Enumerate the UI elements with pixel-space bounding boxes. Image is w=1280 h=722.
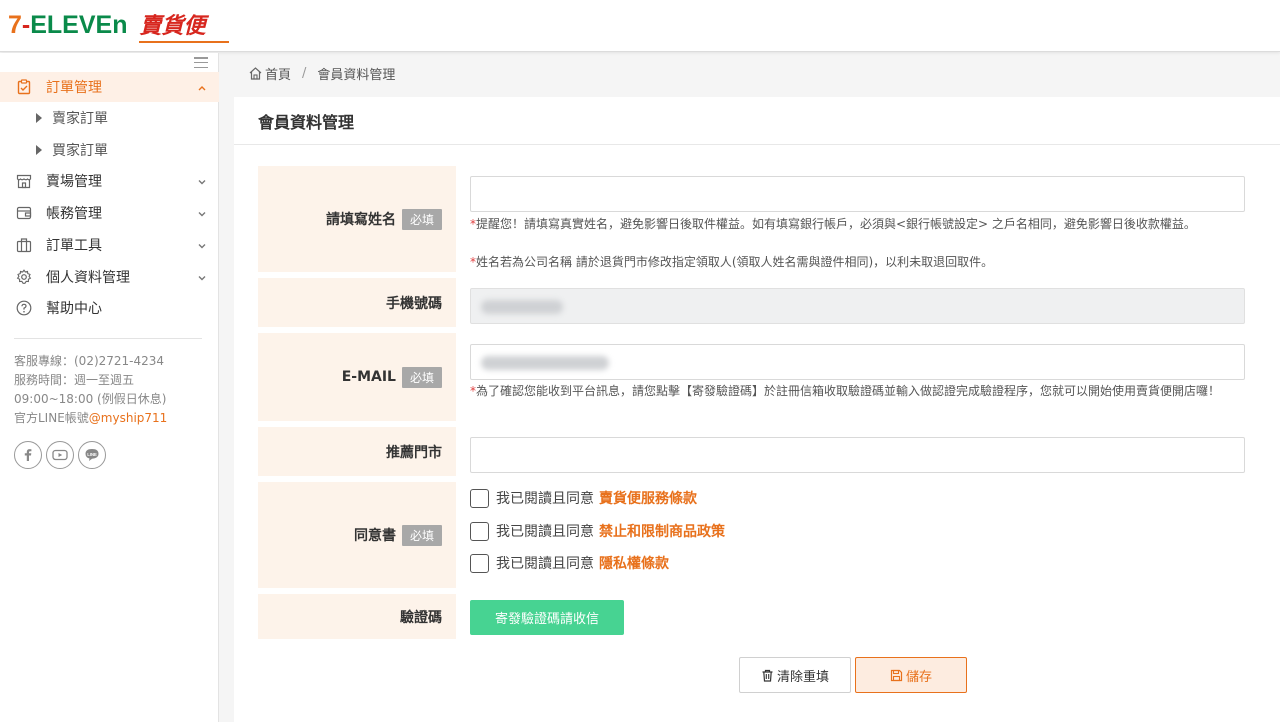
sidebar-item-finance[interactable]: 帳務管理 (0, 198, 219, 228)
name-note-2: *姓名若為公司名稱 請於退貨門市修改指定領取人(領取人姓名需與證件相同)，以利未… (470, 255, 994, 269)
verify-label: 驗證碼 (258, 594, 456, 639)
line-icon[interactable]: LINE (78, 441, 106, 469)
terms-checkbox[interactable] (470, 488, 489, 508)
required-badge: 必填 (401, 366, 442, 388)
sidebar-item-label: 訂單管理 (46, 80, 102, 96)
sidebar-item-order-tools[interactable]: 訂單工具 (0, 230, 219, 260)
name-note-1: *提醒您！請填寫真實姓名，避免影響日後取件權益。如有填寫銀行帳戶，必須與<銀行帳… (470, 217, 1196, 231)
sidebar-item-label: 帳務管理 (46, 206, 102, 222)
recommended-store-input[interactable] (470, 437, 1245, 473)
chevron-down-icon (197, 207, 207, 217)
facebook-icon[interactable] (14, 441, 42, 469)
consent-terms-row: 我已閱讀且同意 賣貨便服務條款 (470, 488, 697, 508)
sidebar-item-label: 幫助中心 (46, 301, 102, 317)
save-button[interactable]: 儲存 (855, 657, 967, 693)
social-links: LINE (14, 441, 106, 469)
sidebar-item-label: 個人資料管理 (46, 270, 130, 286)
breadcrumb-current: 會員資料管理 (317, 67, 396, 83)
required-badge: 必填 (401, 208, 442, 230)
breadcrumb: 首頁 / 會員資料管理 (248, 64, 396, 83)
page-title: 會員資料管理 (258, 113, 355, 132)
privacy-link[interactable]: 隱私權條款 (599, 553, 669, 573)
sidebar-item-help[interactable]: 幫助中心 (0, 293, 219, 323)
hamburger-menu-icon[interactable] (194, 57, 208, 68)
home-icon[interactable] (248, 66, 263, 81)
terms-link[interactable]: 賣貨便服務條款 (599, 488, 697, 508)
sidebar-subitem-buyer-orders[interactable]: 買家訂單 (0, 135, 219, 165)
send-verification-button[interactable]: 寄發驗證碼請收信 (470, 600, 624, 635)
consent-prohibited-row: 我已閱讀且同意 禁止和限制商品政策 (470, 521, 725, 541)
myship-logo[interactable]: 賣貨便 (139, 8, 230, 43)
seven-eleven-logo[interactable]: 7-ELEVEn (8, 13, 127, 38)
youtube-icon[interactable] (46, 441, 74, 469)
gear-icon (16, 269, 32, 285)
chevron-down-icon (197, 175, 207, 185)
store-icon (16, 173, 32, 189)
phone-input (470, 288, 1245, 324)
sidebar-item-store[interactable]: 賣場管理 (0, 166, 219, 196)
svg-text:LINE: LINE (87, 452, 97, 457)
sidebar-item-profile[interactable]: 個人資料管理 (0, 262, 219, 292)
sidebar: 訂單管理 賣家訂單 買家訂單 賣場管理 帳務管理 訂單工具 個人資料管理 幫助中… (0, 53, 219, 722)
required-badge: 必填 (401, 524, 442, 546)
top-header: 7-ELEVEn 賣貨便 (0, 0, 1280, 52)
breadcrumb-home[interactable]: 首頁 (265, 64, 291, 83)
chevron-up-icon (197, 81, 207, 91)
sidebar-item-orders[interactable]: 訂單管理 (0, 72, 219, 102)
email-label: E-MAIL 必填 (258, 333, 456, 421)
sidebar-divider (14, 338, 202, 339)
name-label: 請填寫姓名 必填 (258, 166, 456, 272)
sidebar-subitem-seller-orders[interactable]: 賣家訂單 (0, 103, 219, 133)
consent-label: 同意書 必填 (258, 482, 456, 588)
phone-label: 手機號碼 (258, 278, 456, 327)
save-icon (890, 669, 903, 682)
member-profile-panel: 會員資料管理 請填寫姓名 必填 *提醒您！請填寫真實姓名，避免影響日後取件權益。… (234, 97, 1280, 722)
prohibited-policy-link[interactable]: 禁止和限制商品政策 (599, 521, 725, 541)
sidebar-item-label: 訂單工具 (46, 238, 102, 254)
trash-icon (761, 669, 774, 682)
prohibited-policy-checkbox[interactable] (470, 521, 489, 541)
clear-button[interactable]: 清除重填 (739, 657, 851, 693)
briefcase-icon (16, 237, 32, 253)
name-input[interactable] (470, 176, 1245, 212)
line-account-link[interactable]: @myship711 (89, 411, 168, 425)
store-label: 推薦門市 (258, 427, 456, 476)
consent-privacy-row: 我已閱讀且同意 隱私權條款 (470, 553, 669, 573)
privacy-checkbox[interactable] (470, 553, 489, 573)
sidebar-item-label: 賣場管理 (46, 174, 102, 190)
clipboard-check-icon (16, 79, 32, 95)
title-divider (234, 144, 1280, 145)
email-input[interactable] (470, 344, 1245, 380)
caret-right-icon (36, 113, 42, 123)
chevron-down-icon (197, 271, 207, 281)
email-note: *為了確認您能收到平台訊息，請您點擊【寄發驗證碼】於註冊信箱收取驗證碼並輸入做認… (470, 384, 1221, 398)
customer-service-info: 客服專線：(02)2721-4234 服務時間：週一至週五 09:00~18:0… (14, 354, 168, 425)
question-circle-icon (16, 300, 32, 316)
chevron-down-icon (197, 239, 207, 249)
breadcrumb-separator: / (302, 65, 307, 81)
wallet-icon (16, 205, 32, 221)
caret-right-icon (36, 145, 42, 155)
